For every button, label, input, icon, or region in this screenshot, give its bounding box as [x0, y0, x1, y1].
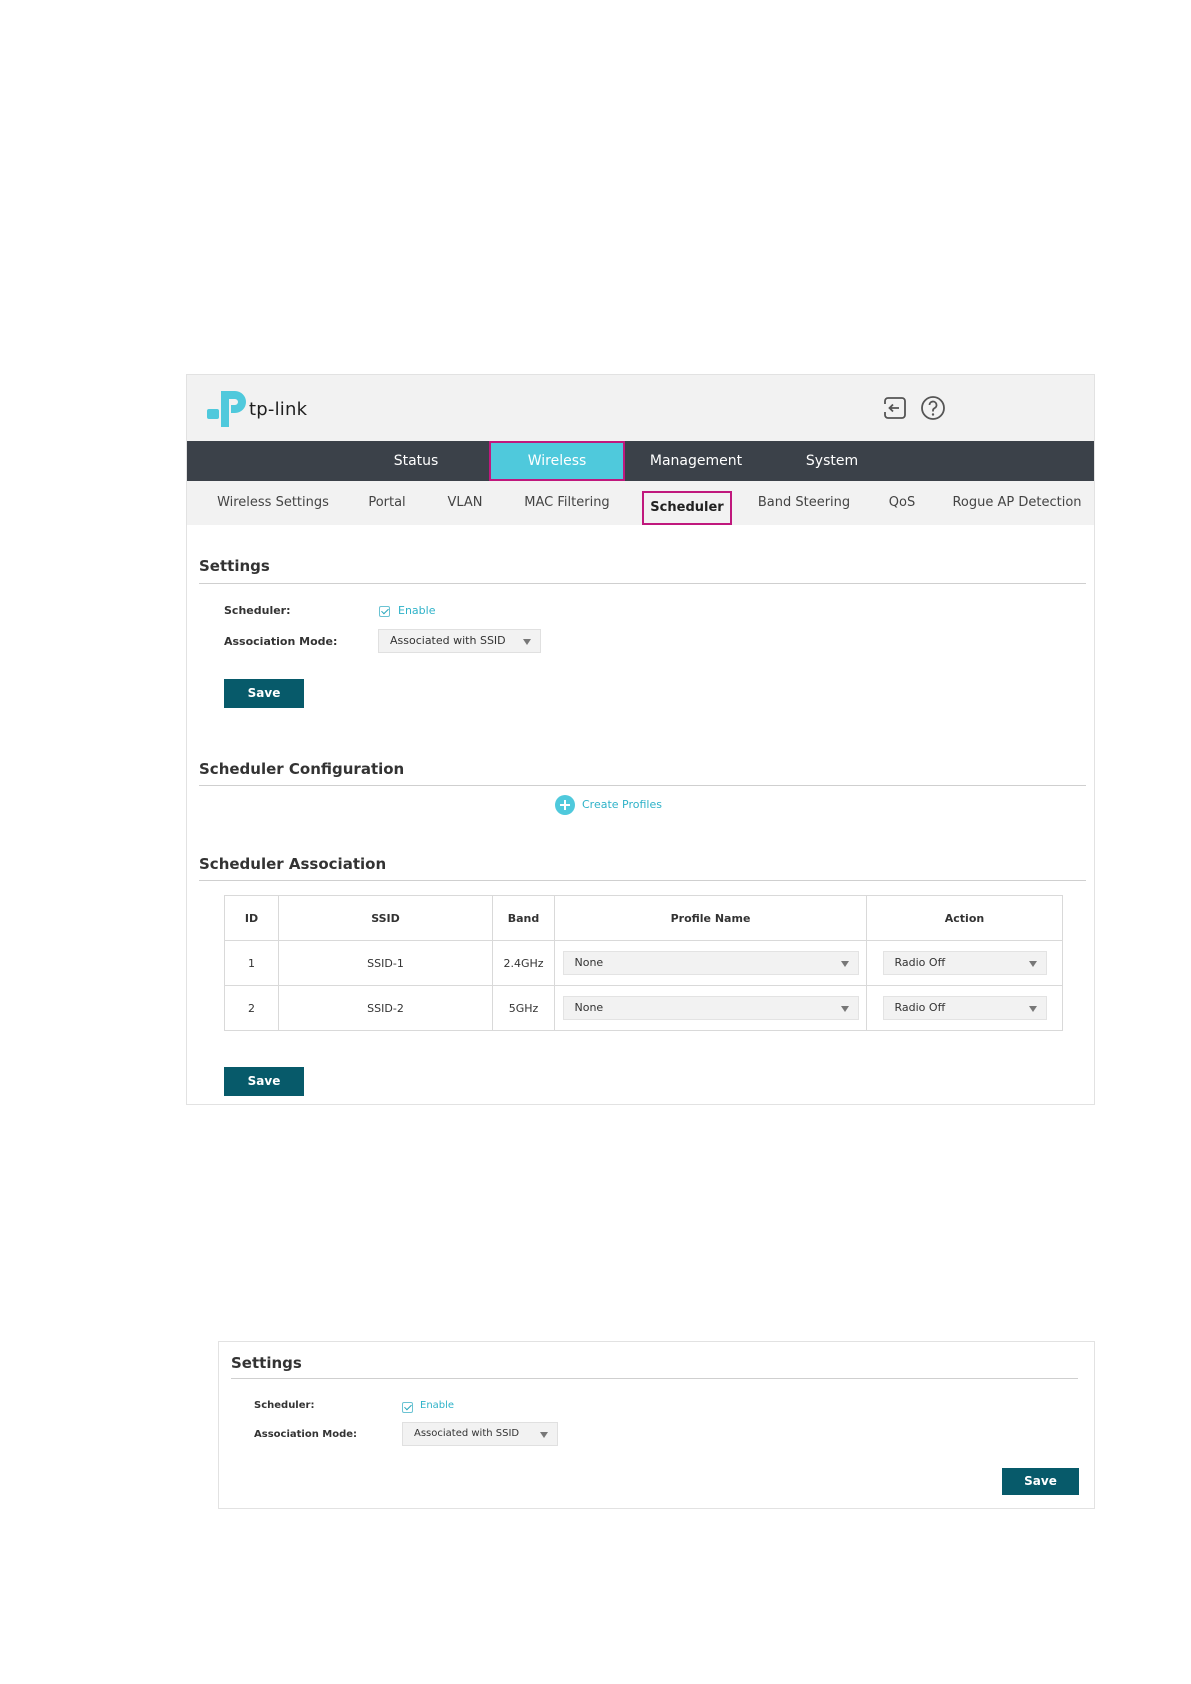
action-value: Radio Off	[894, 956, 946, 969]
sub-nav-band-steering[interactable]: Band Steering	[742, 481, 866, 525]
column-header-band: Band	[492, 895, 555, 941]
settings-panel-screenshot: Settings Scheduler: Enable Association M…	[218, 1341, 1095, 1509]
cell-ssid: SSID-2	[278, 985, 493, 1031]
chevron-down-icon	[840, 1006, 849, 1012]
column-header-profile-name: Profile Name	[554, 895, 867, 941]
main-nav-system[interactable]: System	[782, 441, 882, 481]
scheduler-association-table: ID SSID Band Profile Name Action 1 SSID-…	[224, 895, 1063, 1031]
create-profiles-label: Create Profiles	[582, 798, 662, 811]
cell-profile-name: None	[554, 985, 867, 1031]
section-divider	[231, 1378, 1078, 1379]
association-mode-value: Associated with SSID	[390, 634, 506, 647]
main-nav-management[interactable]: Management	[628, 441, 764, 481]
scheduler-page-screenshot: tp-link Status Wireless Management Syste…	[186, 374, 1095, 1105]
column-header-ssid: SSID	[278, 895, 493, 941]
main-nav-wireless[interactable]: Wireless	[489, 441, 625, 481]
logo-text: tp-link	[249, 399, 308, 420]
profile-name-value: None	[574, 1001, 604, 1014]
cell-band: 2.4GHz	[492, 940, 555, 986]
section-divider	[199, 880, 1086, 881]
cell-ssid: SSID-1	[278, 940, 493, 986]
scheduler-enable-checkbox[interactable]	[402, 1402, 413, 1413]
chevron-down-icon	[840, 961, 849, 967]
sub-nav-mac-filtering[interactable]: MAC Filtering	[512, 481, 622, 525]
settings-section-title: Settings	[231, 1354, 302, 1372]
column-header-action: Action	[866, 895, 1063, 941]
settings-save-button[interactable]: Save	[1002, 1468, 1079, 1495]
top-bar: tp-link	[187, 375, 1094, 441]
help-icon[interactable]	[920, 395, 946, 421]
chevron-down-icon	[523, 639, 531, 645]
chevron-down-icon	[540, 1432, 548, 1438]
scheduler-enable-checkbox[interactable]	[379, 606, 390, 617]
profile-name-select[interactable]: None	[562, 996, 859, 1020]
association-mode-label: Association Mode:	[224, 635, 338, 648]
logout-icon[interactable]	[882, 395, 908, 421]
scheduler-label: Scheduler:	[254, 1400, 315, 1411]
main-nav-status[interactable]: Status	[372, 441, 460, 481]
action-select[interactable]: Radio Off	[882, 996, 1047, 1020]
section-divider	[199, 785, 1086, 786]
action-select[interactable]: Radio Off	[882, 951, 1047, 975]
association-mode-select[interactable]: Associated with SSID	[378, 629, 541, 653]
sub-nav-vlan[interactable]: VLAN	[439, 481, 491, 525]
cell-id: 2	[224, 985, 279, 1031]
sub-nav-scheduler[interactable]: Scheduler	[642, 491, 732, 525]
scheduler-label: Scheduler:	[224, 604, 291, 617]
chevron-down-icon	[1028, 961, 1037, 967]
cell-action: Radio Off	[866, 985, 1063, 1031]
enable-label: Enable	[420, 1400, 455, 1411]
sub-nav-wireless-settings[interactable]: Wireless Settings	[209, 481, 337, 525]
section-divider	[199, 583, 1086, 584]
profile-name-value: None	[574, 956, 604, 969]
profile-name-select[interactable]: None	[562, 951, 859, 975]
scheduler-association-title: Scheduler Association	[199, 855, 387, 873]
association-mode-label: Association Mode:	[254, 1429, 358, 1440]
sub-nav: Wireless Settings Portal VLAN MAC Filter…	[187, 481, 1094, 525]
chevron-down-icon	[1028, 1006, 1037, 1012]
settings-save-button[interactable]: Save	[224, 679, 304, 708]
sub-nav-qos[interactable]: QoS	[877, 481, 927, 525]
table-row: 2 SSID-2 5GHz None Radio Off	[224, 985, 1063, 1031]
enable-label: Enable	[398, 604, 436, 617]
cell-band: 5GHz	[492, 985, 555, 1031]
cell-profile-name: None	[554, 940, 867, 986]
table-header-row: ID SSID Band Profile Name Action	[224, 895, 1063, 941]
cell-id: 1	[224, 940, 279, 986]
column-header-id: ID	[224, 895, 279, 941]
table-row: 1 SSID-1 2.4GHz None Radio Off	[224, 940, 1063, 986]
scheduler-configuration-title: Scheduler Configuration	[199, 760, 405, 778]
cell-action: Radio Off	[866, 940, 1063, 986]
sub-nav-portal[interactable]: Portal	[357, 481, 417, 525]
association-save-button[interactable]: Save	[224, 1067, 304, 1096]
association-mode-value: Associated with SSID	[414, 1428, 520, 1439]
settings-section-title: Settings	[199, 557, 270, 575]
sub-nav-rogue-ap-detection[interactable]: Rogue AP Detection	[942, 481, 1092, 525]
plus-circle-icon	[555, 795, 575, 815]
main-nav: Status Wireless Management System	[187, 441, 1094, 481]
action-value: Radio Off	[894, 1001, 946, 1014]
association-mode-select[interactable]: Associated with SSID	[402, 1422, 558, 1446]
